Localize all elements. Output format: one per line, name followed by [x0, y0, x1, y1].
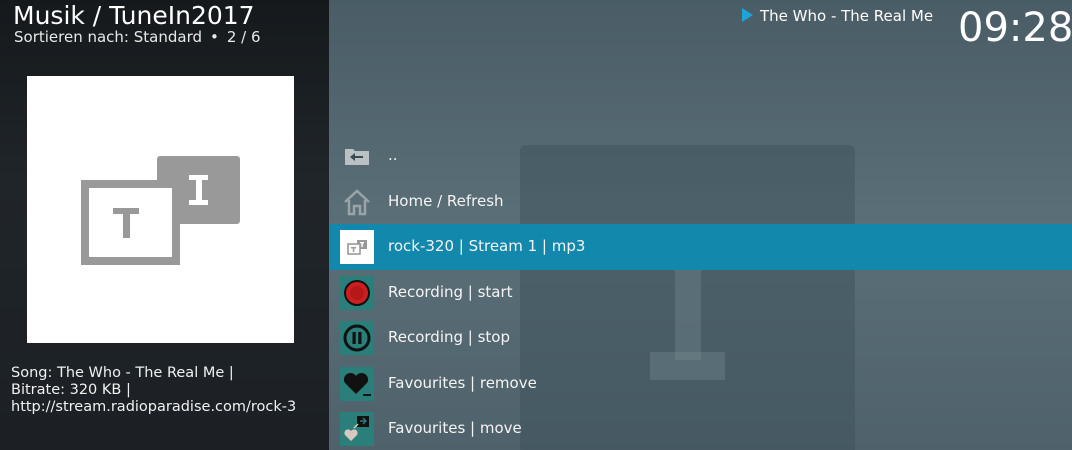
list-item-label: ..: [388, 146, 398, 164]
list-item-label: Favourites | move: [388, 419, 522, 437]
clock: 09:28: [958, 5, 1072, 51]
record-icon: [340, 275, 374, 310]
folder-back-icon: [340, 139, 374, 173]
item-position: 2 / 6: [226, 28, 261, 46]
list-item-favourites-remove[interactable]: Favourites | remove: [329, 361, 1072, 407]
list-item-label: Home / Refresh: [388, 191, 504, 210]
list-item-recording-stop[interactable]: Recording | stop: [329, 315, 1072, 361]
info-panel: Musik / TuneIn2017 Sortieren nach: Stand…: [0, 0, 329, 450]
list-item-label: rock-320 | Stream 1 | mp3: [388, 237, 586, 255]
heart-remove-icon: [340, 366, 374, 401]
list-item-recording-start[interactable]: Recording | start: [329, 270, 1072, 316]
tunein-logo-icon: [81, 156, 240, 265]
list-item-parent[interactable]: ..: [329, 133, 1072, 179]
album-cover: [27, 76, 294, 343]
list-item-home-refresh[interactable]: Home / Refresh: [329, 179, 1072, 225]
now-playing: The Who - The Real Me: [742, 7, 933, 25]
page-title: Musik / TuneIn2017: [13, 1, 255, 30]
tunein-icon: [340, 230, 374, 264]
home-icon: [340, 185, 374, 219]
list-item-favourites-move[interactable]: Favourites | move: [329, 406, 1072, 450]
separator-bullet: •: [210, 28, 219, 46]
list-item-label: Recording | stop: [388, 328, 511, 346]
stream-url: http://stream.radioparadise.com/rock-3: [11, 399, 297, 415]
song-info: Song: The Who - The Real Me |: [11, 365, 234, 381]
stream-info: Song: The Who - The Real Me | Bitrate: 3…: [11, 365, 323, 416]
list-item-stream[interactable]: rock-320 | Stream 1 | mp3: [329, 224, 1072, 270]
list-item-label: Recording | start: [388, 282, 513, 301]
sort-label: Sortieren nach: Standard: [14, 28, 202, 46]
pause-icon: [340, 321, 374, 355]
list-item-label: Favourites | remove: [388, 373, 537, 392]
file-list: .. Home / Refresh rock-320 | Stream 1 | …: [329, 133, 1072, 450]
bitrate-info: Bitrate: 320 KB |: [11, 382, 131, 398]
sort-info[interactable]: Sortieren nach: Standard • 2 / 6: [14, 28, 261, 46]
heart-move-icon: [340, 412, 374, 446]
play-icon: [742, 8, 753, 22]
now-playing-text: The Who - The Real Me: [760, 7, 934, 25]
